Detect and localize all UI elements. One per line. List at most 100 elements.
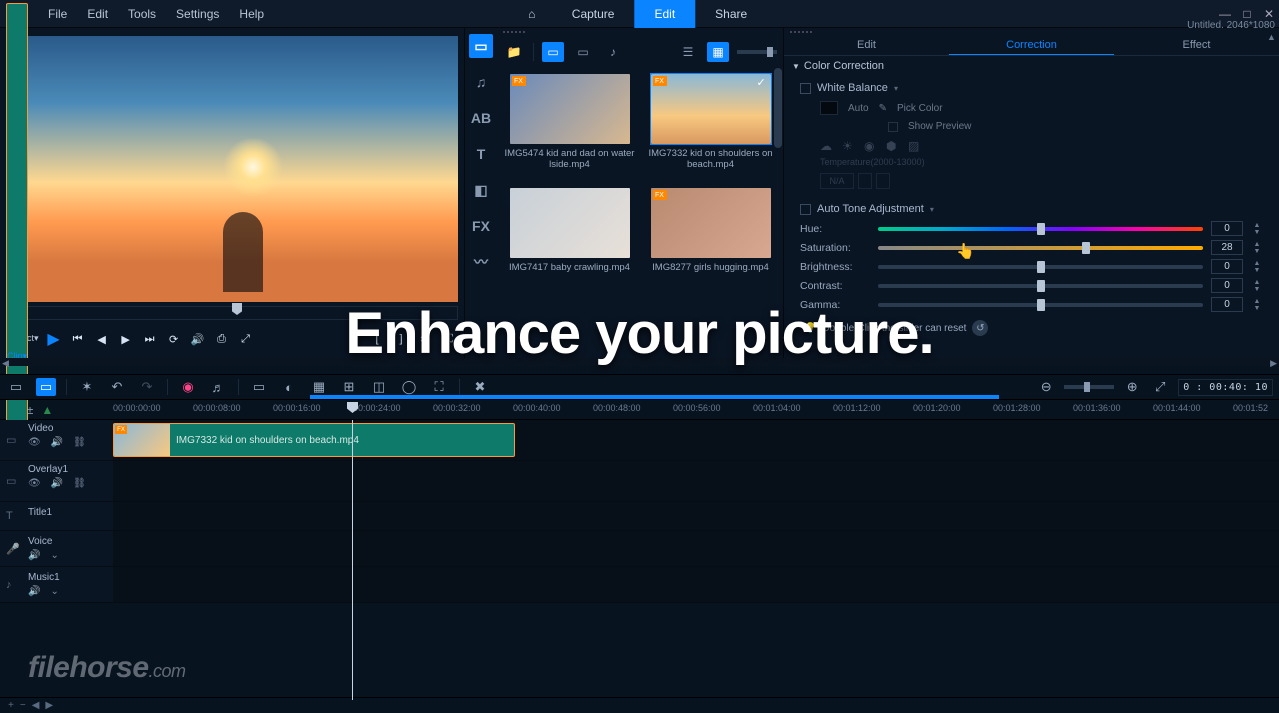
tl-tool-a[interactable]: ▭	[249, 378, 269, 396]
menu-help[interactable]: Help	[229, 3, 274, 25]
props-tab-correction[interactable]: Correction	[949, 36, 1114, 55]
lib-media-button[interactable]: ▭	[469, 34, 493, 58]
footer-plus-button[interactable]: +	[8, 700, 14, 711]
preview-mode-label[interactable]: Project▾ Clip▾	[6, 334, 39, 344]
playhead[interactable]	[352, 420, 353, 700]
tl-tool-d[interactable]: ⊞	[339, 378, 359, 396]
bri-thumb[interactable]	[1037, 261, 1045, 273]
gam-track[interactable]	[878, 303, 1203, 307]
scrub-marker[interactable]	[232, 303, 242, 315]
close-button[interactable]: ✕	[1263, 8, 1275, 20]
props-drag-handle[interactable]	[784, 28, 1279, 36]
tl-tool-h[interactable]: ✖	[470, 378, 490, 396]
preview-tool-2[interactable]: ⤢	[237, 330, 255, 348]
library-item[interactable]: FX IMG8277 girls hugging.mp4	[644, 188, 777, 273]
con-stepper[interactable]: ▲▼	[1251, 279, 1263, 293]
bri-stepper[interactable]: ▲▼	[1251, 260, 1263, 274]
tl-tool-b[interactable]: ◐	[279, 378, 299, 396]
track-expand-toggle[interactable]: ⌄	[50, 550, 58, 561]
library-item[interactable]: FX IMG5474 kid and dad on water lside.mp…	[503, 74, 636, 170]
lib-transition-button[interactable]: AB	[469, 106, 493, 130]
music-track-body[interactable]	[113, 567, 1279, 602]
con-track[interactable]	[878, 284, 1203, 288]
footer-minus-button[interactable]: −	[20, 700, 26, 711]
mode-share[interactable]: Share	[695, 0, 767, 28]
lib-title-button[interactable]: T	[469, 142, 493, 166]
track-lock-toggle[interactable]: ⛓	[73, 437, 86, 448]
lib-fx-button[interactable]: FX	[469, 214, 493, 238]
mode-home[interactable]: ⌂	[512, 0, 552, 28]
reset-icon[interactable]: ▾	[930, 205, 934, 214]
con-thumb[interactable]	[1037, 280, 1045, 292]
menu-settings[interactable]: Settings	[166, 3, 229, 25]
mark-out-button[interactable]: ]	[392, 330, 410, 348]
zoom-in-button[interactable]: ⊕	[1122, 378, 1142, 396]
step-fwd-button[interactable]: ▶	[117, 330, 135, 348]
storyboard-view-button[interactable]: ▭	[6, 378, 26, 396]
collapse-up-icon[interactable]: ▲	[1267, 32, 1277, 42]
gam-value[interactable]: 0	[1211, 297, 1243, 312]
footer-left-button[interactable]: ◀	[32, 700, 40, 711]
gam-thumb[interactable]	[1037, 299, 1045, 311]
sat-stepper[interactable]: ▲▼	[1251, 241, 1263, 255]
menu-edit[interactable]: Edit	[77, 3, 118, 25]
sat-track[interactable]	[878, 246, 1203, 250]
lib-folder-button[interactable]: 📁	[503, 42, 525, 62]
color-tool-button[interactable]: ◉	[178, 378, 198, 396]
video-track-body[interactable]: FX IMG7332 kid on shoulders on beach.mp4	[113, 420, 1279, 460]
minimize-button[interactable]: —	[1219, 8, 1231, 20]
bri-value[interactable]: 0	[1211, 259, 1243, 274]
mode-edit[interactable]: Edit	[634, 0, 695, 28]
library-item[interactable]: FX✓ IMG7332 kid on shoulders on beach.mp…	[644, 74, 777, 170]
tool-button[interactable]: ✶	[77, 378, 97, 396]
voice-track-body[interactable]	[113, 531, 1279, 566]
overlay-track-body[interactable]	[113, 461, 1279, 501]
white-balance-checkbox[interactable]	[800, 83, 811, 94]
step-back-button[interactable]: ◀	[93, 330, 111, 348]
skip-start-button[interactable]: ⏮	[69, 330, 87, 348]
lib-view-grid[interactable]: ▦	[707, 42, 729, 62]
tl-tool-f[interactable]: ◯	[399, 378, 419, 396]
lib-view-list[interactable]: ☰	[677, 42, 699, 62]
skip-end-button[interactable]: ⏭	[141, 330, 159, 348]
bri-track[interactable]	[878, 265, 1203, 269]
maximize-button[interactable]: □	[1241, 8, 1253, 20]
timeline-view-button[interactable]: ▭	[36, 378, 56, 396]
title-track-body[interactable]	[113, 502, 1279, 530]
menu-file[interactable]: File	[38, 3, 77, 25]
fit-button[interactable]: ⤢	[1150, 378, 1170, 396]
preview-tool-1[interactable]: ⎙	[213, 330, 231, 348]
hue-value[interactable]: 0	[1211, 221, 1243, 236]
fullscreen-button[interactable]: ⛶	[440, 330, 458, 348]
scroll-right-icon[interactable]: ▶	[1270, 358, 1277, 369]
lib-filter-video[interactable]: ▭	[572, 42, 594, 62]
zoom-slider[interactable]	[1064, 385, 1114, 389]
track-expand-toggle[interactable]: ⌄	[50, 586, 58, 597]
loop-button[interactable]: ⟳	[165, 330, 183, 348]
preview-scrubber[interactable]	[6, 306, 458, 320]
hue-stepper[interactable]: ▲▼	[1251, 222, 1263, 236]
video-clip[interactable]: FX IMG7332 kid on shoulders on beach.mp4	[113, 423, 515, 457]
track-vis-toggle[interactable]: 👁	[28, 437, 41, 448]
scroll-left-icon[interactable]: ◀	[2, 358, 9, 369]
reset-icon[interactable]: ▾	[894, 84, 898, 93]
library-scrollbar[interactable]	[773, 68, 783, 358]
footer-right-button[interactable]: ▶	[45, 700, 53, 711]
library-drag-handle[interactable]	[497, 28, 783, 36]
split-button[interactable]: ✂	[416, 330, 434, 348]
con-value[interactable]: 0	[1211, 278, 1243, 293]
section-color-correction[interactable]: ▼ Color Correction	[784, 56, 1279, 76]
auto-tone-checkbox[interactable]	[800, 204, 811, 215]
preview-video[interactable]	[6, 36, 458, 302]
lib-thumb-size-slider[interactable]	[737, 50, 777, 54]
track-audio-toggle[interactable]: 🔊	[28, 586, 40, 597]
tl-tool-e[interactable]: ◫	[369, 378, 389, 396]
sat-value[interactable]: 28	[1211, 240, 1243, 255]
menu-tools[interactable]: Tools	[118, 3, 166, 25]
audio-tool-button[interactable]: ♬	[208, 378, 228, 396]
mode-capture[interactable]: Capture	[552, 0, 635, 28]
props-tab-edit[interactable]: Edit	[784, 36, 949, 55]
sat-thumb[interactable]	[1082, 242, 1090, 254]
drag-handle[interactable]	[0, 28, 464, 36]
lib-path-button[interactable]: 〰	[469, 250, 493, 274]
